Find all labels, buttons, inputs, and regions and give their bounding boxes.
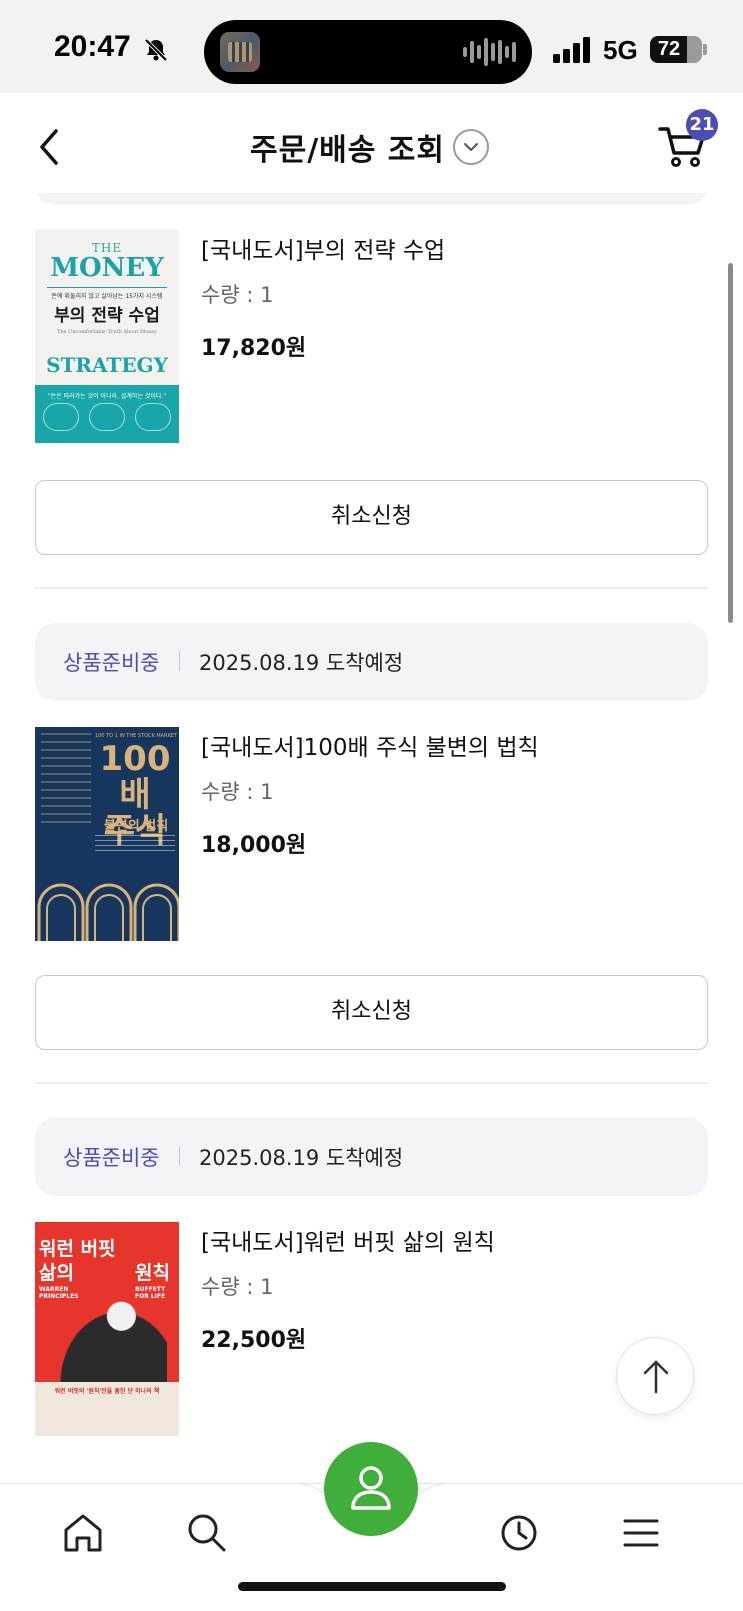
book-quantity: 수량 : 1: [201, 283, 274, 307]
cover-laurels: [43, 403, 171, 433]
home-icon[interactable]: [58, 1508, 108, 1558]
status-time: 20:47: [54, 30, 131, 63]
order-status-strip: 상품준비중 2025.08.19 도착예정: [35, 1118, 708, 1196]
divider: [35, 1082, 708, 1084]
book-cover[interactable]: THE MONEY 돈에 휘둘리지 않고 살아남는 15가지 시스템 부의 전략…: [35, 229, 179, 443]
book-quantity: 수량 : 1: [201, 1275, 274, 1299]
cover-text: 부의 전략 수업: [54, 306, 160, 326]
cancel-request-button[interactable]: 취소신청: [35, 480, 708, 555]
cancel-request-button[interactable]: 취소신청: [35, 975, 708, 1050]
dynamic-island[interactable]: [204, 20, 532, 84]
cover-band: "돈은 따라가는 것이 아니라, 설계하는 것이다.": [35, 385, 179, 443]
network-type: 5G: [603, 35, 638, 65]
cover-text: 삶의: [39, 1262, 74, 1284]
book-cover[interactable]: 100 TO 1 IN THE STOCK MARKET 100배 주식 불변의…: [35, 727, 179, 941]
battery-tip: [703, 44, 707, 55]
audio-wave-icon: [463, 38, 516, 66]
cover-text: 원칙: [135, 1262, 170, 1284]
scrollbar[interactable]: [728, 263, 733, 623]
chevron-down-icon: [464, 143, 478, 151]
cover-arches: [37, 883, 179, 941]
cover-text: 워런 버핏의 '원칙'만을 훔친 단 하나의 책: [54, 1388, 160, 1395]
battery-percent: 72: [657, 38, 681, 60]
cover-text: "돈은 따라가는 것이 아니라, 설계하는 것이다.": [47, 393, 167, 400]
cover-text: 불변의 법칙: [103, 819, 169, 834]
cart-count-badge: 21: [686, 109, 718, 141]
separator: [179, 1146, 180, 1166]
cover-text: The Uncomfortable Truth About Money: [56, 329, 158, 335]
book-quantity: 수량 : 1: [201, 780, 274, 804]
order-list[interactable]: THE MONEY 돈에 휘둘리지 않고 살아남는 15가지 시스템 부의 전략…: [0, 193, 743, 1483]
cover-text: 워런 버핏: [39, 1238, 116, 1260]
cover-text: STRATEGY: [46, 353, 168, 377]
arrival-date: 2025.08.19 도착예정: [199, 1146, 404, 1170]
search-icon[interactable]: [182, 1508, 232, 1558]
status-badge: 상품준비중: [63, 651, 160, 675]
cover-rule: [47, 287, 167, 288]
scroll-to-top-button[interactable]: [616, 1337, 694, 1415]
back-icon[interactable]: [34, 127, 66, 167]
cover-text: 돈에 휘둘리지 않고 살아남는 15가지 시스템: [51, 293, 163, 300]
menu-icon[interactable]: [616, 1508, 666, 1558]
previous-status-strip: [35, 193, 708, 205]
separator: [179, 651, 180, 671]
title-dropdown-button[interactable]: [453, 129, 489, 165]
book-title[interactable]: [국내도서]워런 버핏 삶의 원칙: [201, 1223, 495, 1257]
bell-off-icon: [144, 38, 168, 62]
book-price: 18,000원: [201, 833, 307, 858]
author-photo: [47, 1296, 167, 1388]
cover-lines: [95, 835, 175, 851]
cover-pattern: [41, 733, 91, 823]
book-title[interactable]: [국내도서]부의 전략 수업: [201, 231, 445, 265]
status-badge: 상품준비중: [63, 1146, 160, 1170]
book-title[interactable]: [국내도서]100배 주식 불변의 법칙: [201, 728, 539, 762]
arrow-up-icon: [643, 1360, 669, 1394]
divider: [35, 587, 708, 589]
signal-icon: [553, 37, 590, 63]
history-icon[interactable]: [494, 1508, 544, 1558]
battery-icon: 72: [650, 36, 702, 63]
page-title: 주문/배송 조회: [250, 133, 446, 168]
book-cover[interactable]: 워런 버핏 삶의 원칙 WARREN PRINCIPLES BUFFETT FO…: [35, 1222, 179, 1436]
book-price: 17,820원: [201, 336, 307, 361]
cover-text: MONEY: [50, 253, 164, 283]
bottom-nav: [0, 1442, 743, 1611]
arrival-date: 2025.08.19 도착예정: [199, 651, 404, 675]
book-price: 22,500원: [201, 1328, 307, 1353]
profile-icon: [351, 1466, 391, 1510]
profile-button[interactable]: [324, 1442, 418, 1536]
home-indicator[interactable]: [238, 1582, 506, 1591]
order-status-strip: 상품준비중 2025.08.19 도착예정: [35, 623, 708, 701]
app-header: 주문/배송 조회 21: [0, 93, 743, 193]
now-playing-artwork: [220, 32, 260, 72]
status-bar: 20:47 5G 72: [0, 0, 743, 93]
cover-band: 워런 버핏의 '원칙'만을 훔친 단 하나의 책: [35, 1382, 179, 1436]
